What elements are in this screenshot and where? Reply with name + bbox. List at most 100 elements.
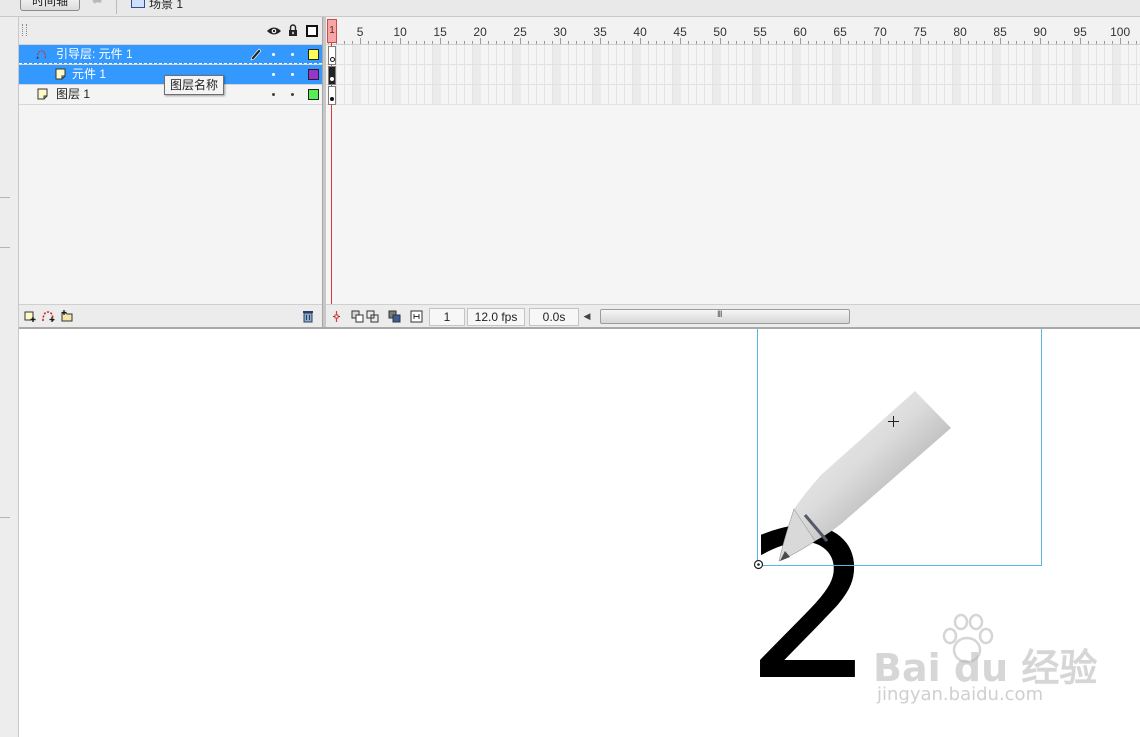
ruler-tick	[528, 41, 529, 44]
ruler-label: 100	[1110, 25, 1131, 39]
frame-divider	[744, 45, 745, 105]
scene-clapper-icon	[131, 0, 145, 8]
layer-name-tooltip: 图层名称	[164, 75, 225, 95]
lock-dot[interactable]	[291, 93, 294, 96]
frame-divider	[408, 45, 409, 105]
ruler-tick	[928, 41, 929, 44]
keyframe-cell[interactable]	[328, 46, 336, 65]
keyframe-dot	[330, 97, 334, 101]
ruler-label: 75	[913, 25, 927, 39]
ruler-tick	[1032, 41, 1033, 44]
outline-icon[interactable]	[306, 25, 318, 37]
scroll-left-arrow-icon[interactable]: ◀	[581, 308, 593, 324]
add-motion-guide-icon[interactable]	[41, 309, 55, 323]
frame-band	[1033, 45, 1041, 105]
frame-row-line	[326, 64, 1140, 65]
pencil-icon	[250, 48, 262, 61]
ruler-tick	[1104, 41, 1105, 44]
frame-divider	[1008, 45, 1009, 105]
frame-divider	[784, 45, 785, 105]
ruler-tick	[448, 41, 449, 44]
visibility-dot[interactable]	[272, 73, 275, 76]
frame-divider	[584, 45, 585, 105]
frame-divider	[488, 45, 489, 105]
lock-icon[interactable]	[288, 24, 298, 37]
keyframe-cell[interactable]	[328, 86, 336, 105]
ruler-tick	[936, 41, 937, 44]
keyframe-cell[interactable]	[328, 66, 336, 85]
guide-dashed-line	[19, 63, 322, 64]
frame-divider	[896, 45, 897, 105]
edit-multiple-frames-icon[interactable]	[388, 310, 401, 323]
frame-divider	[984, 45, 985, 105]
frame-divider	[688, 45, 689, 105]
frame-divider	[544, 45, 545, 105]
visibility-dot[interactable]	[272, 53, 275, 56]
transform-point-icon[interactable]	[753, 559, 764, 570]
ruler-tick	[824, 41, 825, 44]
frame-divider	[656, 45, 657, 105]
outline-color-swatch[interactable]	[308, 49, 319, 60]
trash-icon[interactable]	[301, 309, 315, 323]
frame-divider	[1056, 45, 1057, 105]
frame-band	[553, 45, 561, 105]
layer-name[interactable]: 元件 1	[72, 67, 106, 82]
ruler-label: 30	[553, 25, 567, 39]
back-arrow-icon[interactable]: ⬅	[92, 0, 106, 8]
current-frame-field[interactable]: 1	[429, 308, 465, 326]
modify-onion-markers-icon[interactable]	[410, 310, 423, 323]
frame-band	[433, 45, 441, 105]
layer-name[interactable]: 引导层: 元件 1	[56, 47, 133, 62]
center-frame-icon[interactable]	[330, 310, 343, 323]
visibility-dot[interactable]	[272, 93, 275, 96]
eye-icon[interactable]	[266, 26, 282, 36]
symbol-bounding-box	[757, 329, 1042, 566]
layer-footer-toolbar	[19, 304, 322, 328]
top-bar: 时间轴 ⬅ 场景 1	[0, 0, 1140, 17]
onion-skin-outlines-icon[interactable]	[366, 310, 379, 323]
panel-grip-icon[interactable]	[22, 24, 27, 36]
ruler-label: 10	[393, 25, 407, 39]
onion-skin-icon[interactable]	[351, 310, 364, 323]
ruler-tick	[656, 41, 657, 44]
outline-color-swatch[interactable]	[308, 89, 319, 100]
timeline-tab-button[interactable]: 时间轴	[20, 0, 80, 11]
horizontal-scrollbar-thumb[interactable]: III	[600, 309, 850, 324]
ruler-tick	[696, 41, 697, 44]
frame-row-line	[326, 104, 1140, 105]
ruler-tick	[376, 41, 377, 44]
frame-divider	[888, 45, 889, 105]
ruler-tick	[624, 41, 625, 44]
ruler-tick	[832, 41, 833, 44]
scene-breadcrumb[interactable]: 场景 1	[149, 0, 183, 12]
frame-rate-field[interactable]: 12.0 fps	[467, 308, 525, 326]
insert-layer-icon[interactable]	[23, 309, 37, 323]
frame-divider	[536, 45, 537, 105]
lock-dot[interactable]	[291, 73, 294, 76]
ruler-label: 40	[633, 25, 647, 39]
keyframe-dot	[330, 77, 334, 81]
ruler-tick	[424, 41, 425, 44]
ruler-tick	[856, 41, 857, 44]
lock-dot[interactable]	[291, 53, 294, 56]
layer-name[interactable]: 图层 1	[56, 87, 90, 102]
ruler-tick	[1072, 41, 1073, 44]
frame-grid[interactable]	[326, 45, 1140, 105]
watermark-url: jingyan.baidu.com	[877, 684, 1044, 705]
outline-color-swatch[interactable]	[308, 69, 319, 80]
ruler-tick	[752, 41, 753, 44]
ruler-tick	[704, 41, 705, 44]
ruler-tick	[1088, 41, 1089, 44]
frame-ruler[interactable]: 5 10 15 20 25 30 35 40 45 50 55 60 65 70 75 80 85 90 95 100	[326, 17, 1140, 45]
frame-divider	[648, 45, 649, 105]
ruler-tick	[592, 41, 593, 44]
layer-row-guide[interactable]: 引导层: 元件 1	[19, 45, 322, 65]
frame-divider	[384, 45, 385, 105]
ruler-tick	[672, 41, 673, 44]
frame-divider	[1064, 45, 1065, 105]
frame-divider	[616, 45, 617, 105]
ruler-tick	[464, 41, 465, 44]
insert-folder-icon[interactable]	[60, 309, 74, 323]
ruler-tick	[784, 41, 785, 44]
frame-divider	[904, 45, 905, 105]
